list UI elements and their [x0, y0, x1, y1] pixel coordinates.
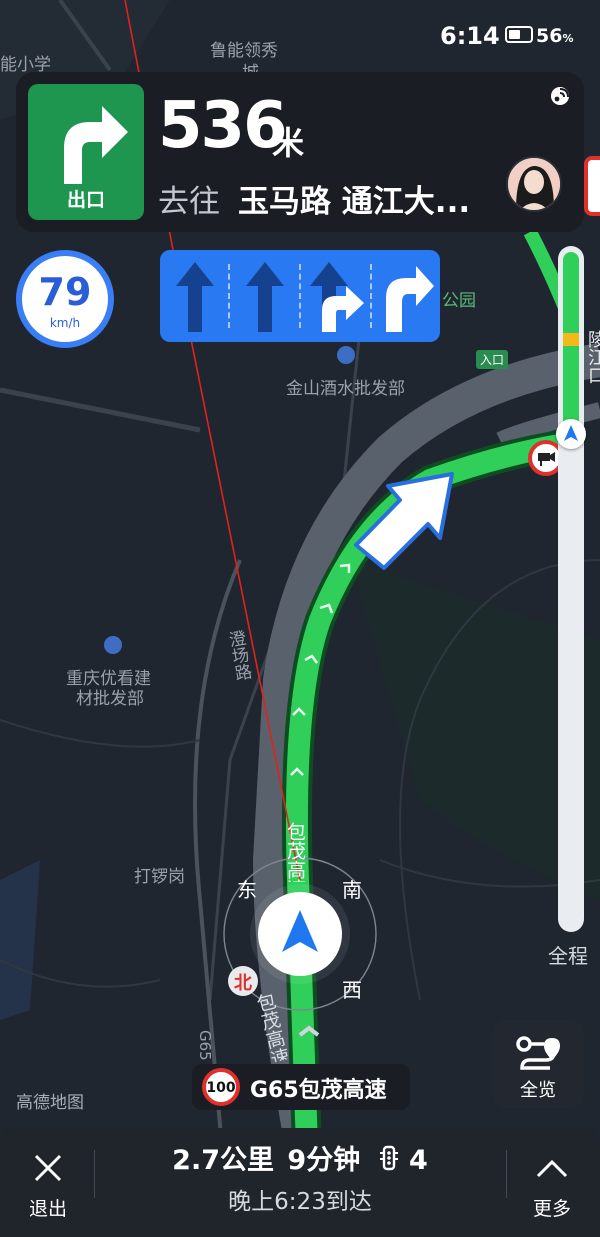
- arrow-straight-icon: [246, 262, 284, 332]
- lane-3: [302, 260, 368, 332]
- vehicle-position-icon: [258, 892, 342, 976]
- compass-north: 北: [228, 966, 258, 996]
- traffic-light-icon: [378, 1145, 400, 1178]
- route-progress-segment: [563, 252, 579, 333]
- lane-guidance: [160, 250, 440, 342]
- current-road-chip: 100 G65包茂高速: [192, 1064, 410, 1110]
- place-label: 打锣岗: [134, 867, 185, 887]
- compass-east: 东: [237, 878, 257, 902]
- map-label: 公园: [442, 291, 476, 311]
- poi-label[interactable]: 材批发部: [76, 684, 144, 709]
- battery-fill: [509, 30, 520, 39]
- road-label: G65: [196, 1030, 214, 1061]
- more-label: 更多: [532, 1198, 571, 1220]
- road-label: 包茂高速: [284, 822, 306, 882]
- battery-percent: 56%: [536, 25, 574, 47]
- compass-south: 南: [342, 878, 362, 902]
- turn-distance: 536: [158, 89, 288, 163]
- turn-right-arrow-icon: [64, 106, 128, 184]
- close-icon: [34, 1154, 62, 1182]
- shop-marker-icon: [337, 346, 355, 364]
- heading-prefix: 去往: [158, 184, 220, 220]
- current-speed: 79 km/h: [16, 250, 114, 348]
- shop-marker-icon: [104, 636, 122, 654]
- bottom-bar: 退出 2.7公里 9分钟 4 晚上6:23到达 更多: [0, 1128, 600, 1237]
- overview-button[interactable]: 全览: [492, 1020, 584, 1108]
- battery-icon: [505, 26, 533, 43]
- route-progress-bar[interactable]: [556, 246, 586, 932]
- more-button[interactable]: 更多: [516, 1142, 588, 1222]
- trip-distance: 2.7公里: [172, 1145, 275, 1176]
- map-label-entrance: 入口: [476, 350, 509, 369]
- speed-value: 79: [38, 270, 92, 314]
- trip-summary: 2.7公里 9分钟 4: [100, 1138, 500, 1178]
- compass-west: 西: [342, 978, 362, 1002]
- progress-car-icon: [556, 419, 586, 449]
- route-progress-label: 全程: [548, 944, 588, 968]
- exit-label: 退出: [28, 1198, 67, 1220]
- arrival-time: 晚上6:23到达: [228, 1189, 372, 1215]
- road-label: 陵江口: [585, 330, 600, 384]
- lane-2: [232, 260, 298, 332]
- poi-label[interactable]: 金山酒水批发部: [286, 374, 405, 399]
- current-road-name: G65包茂高速: [250, 1078, 387, 1103]
- trip-duration: 9分钟: [287, 1145, 361, 1176]
- voice-broadcast-icon[interactable]: [548, 84, 572, 112]
- overview-label: 全览: [520, 1080, 556, 1101]
- route-overview-icon: [516, 1036, 560, 1070]
- status-time: 6:14: [440, 22, 500, 50]
- lane-4: [372, 260, 438, 332]
- map-watermark: 高德地图: [16, 1093, 84, 1113]
- lane-1: [162, 260, 228, 332]
- arrow-right-icon: [386, 266, 434, 332]
- speed-unit: km/h: [49, 316, 81, 330]
- turn-label: 出口: [66, 189, 105, 211]
- turn-indicator: 出口: [28, 84, 144, 220]
- guidance-card[interactable]: 出口 536 米 去往 玉马路 通江大...: [16, 72, 584, 232]
- speed-limit-sign: 100: [202, 1068, 240, 1106]
- heading-road: 玉马路 通江大...: [238, 184, 471, 220]
- avatar[interactable]: [506, 156, 562, 212]
- chevron-up-icon: [536, 1159, 568, 1178]
- arrow-straight-icon: [176, 262, 214, 332]
- route-progress-segment: [563, 333, 579, 346]
- traffic-light-count: 4: [409, 1145, 428, 1176]
- camera-warning-icon: [584, 156, 600, 216]
- exit-button[interactable]: 退出: [12, 1142, 84, 1222]
- turn-distance-unit: 米: [272, 124, 305, 162]
